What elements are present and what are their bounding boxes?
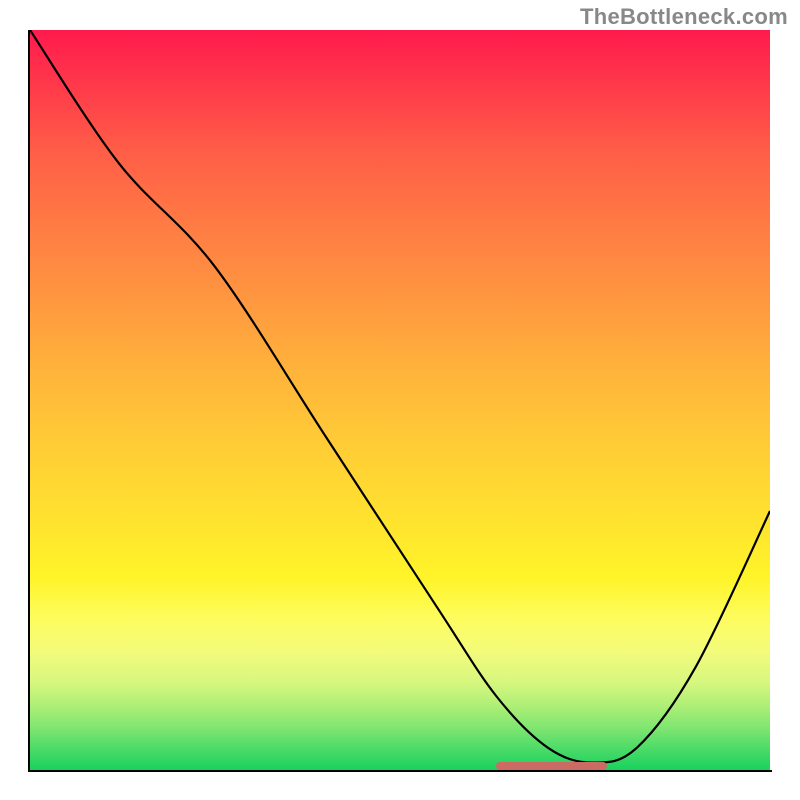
chart-container: TheBottleneck.com <box>0 0 800 800</box>
curve-path <box>30 30 770 763</box>
watermark-text: TheBottleneck.com <box>580 4 788 30</box>
bottleneck-curve <box>30 30 770 770</box>
y-axis <box>28 30 30 772</box>
x-axis <box>28 770 772 772</box>
plot-area <box>30 30 770 770</box>
